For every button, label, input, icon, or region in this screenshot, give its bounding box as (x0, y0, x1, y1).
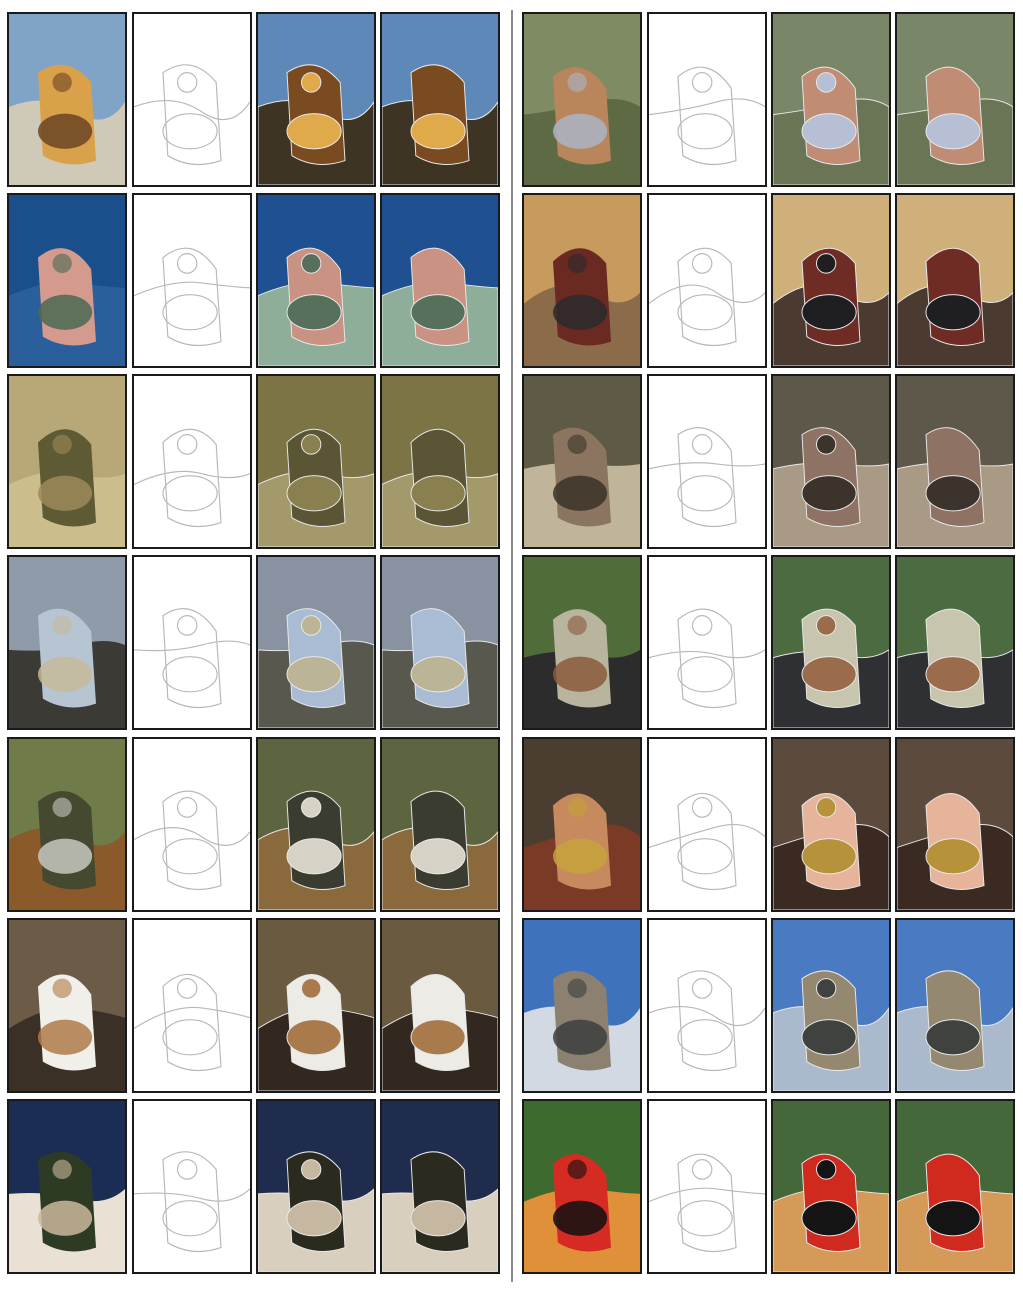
right-row-6-seg-a-statue-rock (771, 918, 891, 1093)
left-row-2-seg-a-coral-reef (256, 193, 376, 368)
left-row-4-photo-canoe-lake (7, 555, 127, 730)
left-row-2-seg-b-coral-reef (380, 193, 500, 368)
left-row-1-edges-cabin-porch (132, 12, 252, 187)
right-row-6-photo-statue-rock (522, 918, 642, 1093)
left-row-1-seg-b-cabin-porch (380, 12, 500, 187)
right-row-2-seg-b-mother-child (895, 193, 1015, 368)
left-row-5-edges-crowned-cranes (132, 737, 252, 912)
left-row-7-photo-palm-beach (7, 1099, 127, 1274)
right-row-7-photo-woman-garden (522, 1099, 642, 1274)
right-row-1-photo-giraffe (522, 12, 642, 187)
right-row-2-photo-mother-child (522, 193, 642, 368)
left-row-2-photo-coral-reef (7, 193, 127, 368)
left-row-6-edges-lynx-cave (132, 918, 252, 1093)
left-row-3-seg-b-stingray-sand (380, 374, 500, 549)
right-row-7-seg-a-woman-garden (771, 1099, 891, 1274)
right-row-4-seg-a-man-wool-hat (771, 555, 891, 730)
left-row-4-seg-a-canoe-lake (256, 555, 376, 730)
right-row-5-photo-man-floral-shirt (522, 737, 642, 912)
left-row-7-seg-b-palm-beach (380, 1099, 500, 1274)
left-row-4-seg-b-canoe-lake (380, 555, 500, 730)
right-row-6-seg-b-statue-rock (895, 918, 1015, 1093)
right-row-7-seg-b-woman-garden (895, 1099, 1015, 1274)
right-row-2-edges-mother-child (647, 193, 767, 368)
left-row-7-edges-palm-beach (132, 1099, 252, 1274)
right-row-3-edges-owl-cactus (647, 374, 767, 549)
right-row-2-seg-a-mother-child (771, 193, 891, 368)
left-row-1-seg-a-cabin-porch (256, 12, 376, 187)
right-row-1-seg-b-giraffe (895, 12, 1015, 187)
left-row-5-photo-crowned-cranes (7, 737, 127, 912)
right-row-3-photo-owl-cactus (522, 374, 642, 549)
left-row-3-seg-a-stingray-sand (256, 374, 376, 549)
right-row-6-edges-statue-rock (647, 918, 767, 1093)
right-row-4-photo-man-wool-hat (522, 555, 642, 730)
left-row-4-edges-canoe-lake (132, 555, 252, 730)
right-row-5-edges-man-floral-shirt (647, 737, 767, 912)
right-row-3-seg-a-owl-cactus (771, 374, 891, 549)
left-row-6-photo-lynx-cave (7, 918, 127, 1093)
right-row-5-seg-a-man-floral-shirt (771, 737, 891, 912)
left-row-5-seg-a-crowned-cranes (256, 737, 376, 912)
left-row-6-seg-a-lynx-cave (256, 918, 376, 1093)
right-row-5-seg-b-man-floral-shirt (895, 737, 1015, 912)
right-row-3-seg-b-owl-cactus (895, 374, 1015, 549)
right-row-1-seg-a-giraffe (771, 12, 891, 187)
column-divider (511, 10, 513, 1282)
right-row-4-edges-man-wool-hat (647, 555, 767, 730)
left-row-5-seg-b-crowned-cranes (380, 737, 500, 912)
left-row-2-edges-coral-reef (132, 193, 252, 368)
right-row-4-seg-b-man-wool-hat (895, 555, 1015, 730)
left-row-6-seg-b-lynx-cave (380, 918, 500, 1093)
right-row-7-edges-woman-garden (647, 1099, 767, 1274)
left-row-1-photo-cabin-porch (7, 12, 127, 187)
left-row-7-seg-a-palm-beach (256, 1099, 376, 1274)
left-row-3-edges-stingray-sand (132, 374, 252, 549)
right-row-1-edges-giraffe (647, 12, 767, 187)
left-row-3-photo-stingray-sand (7, 374, 127, 549)
